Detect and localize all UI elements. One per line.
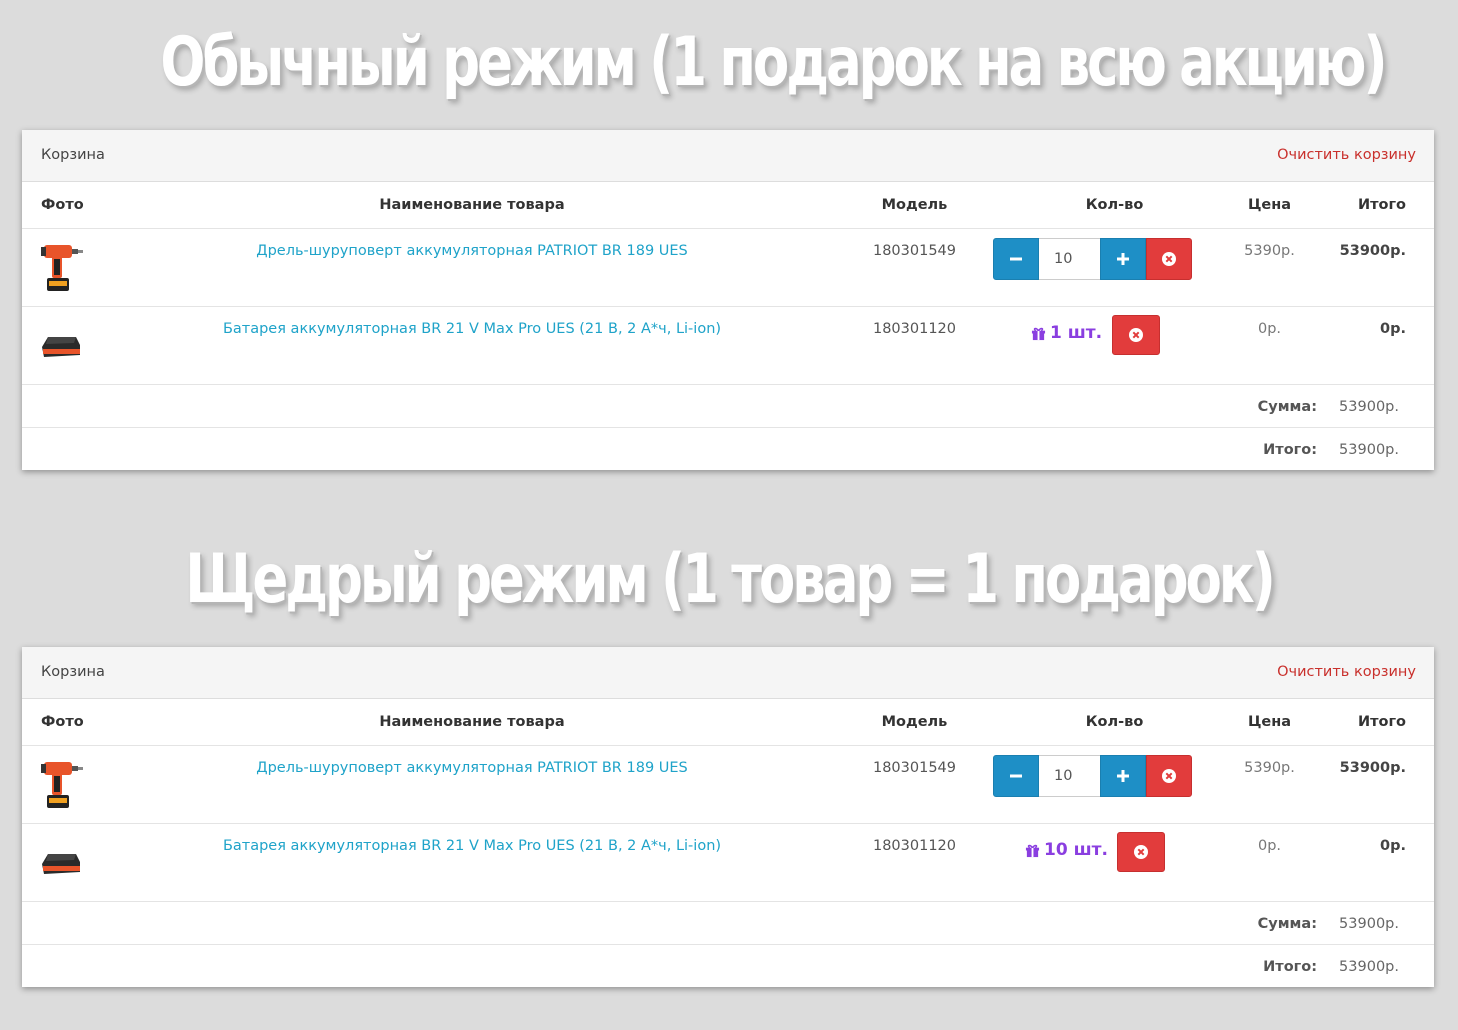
heading-normal-mode: Обычный режим (1 подарок на всю акцию) xyxy=(160,23,1387,102)
col-header-price: Цена xyxy=(1247,197,1292,213)
total-value: 53900р. xyxy=(1339,442,1399,458)
minus-icon xyxy=(1010,257,1022,261)
col-header-qty: Кол-во xyxy=(1085,714,1144,730)
col-header-total: Итого xyxy=(1357,197,1406,213)
col-header-total: Итого xyxy=(1357,714,1406,730)
quantity-stepper xyxy=(993,755,1192,797)
product-model: 180301549 xyxy=(872,760,957,776)
col-header-model: Модель xyxy=(881,714,948,730)
table-row: Дрель-шуруповерт аккумуляторная PATRIOT … xyxy=(22,746,1434,824)
product-price: 0р. xyxy=(1257,838,1282,854)
product-link-battery[interactable]: Батарея аккумуляторная BR 21 V Max Pro U… xyxy=(222,321,722,337)
subtotal-value: 53900р. xyxy=(1339,399,1399,415)
col-header-qty: Кол-во xyxy=(1085,197,1144,213)
total-label: Итого: xyxy=(1263,442,1317,458)
table-header: Фото Наименование товара Модель Кол-во Ц… xyxy=(22,182,1434,229)
product-link-battery[interactable]: Батарея аккумуляторная BR 21 V Max Pro U… xyxy=(222,838,722,854)
total-label: Итого: xyxy=(1263,959,1317,975)
quantity-input[interactable] xyxy=(1039,238,1100,280)
subtotal-value: 53900р. xyxy=(1339,916,1399,932)
col-header-price: Цена xyxy=(1247,714,1292,730)
battery-product-image[interactable] xyxy=(38,836,84,890)
subtotal-label: Сумма: xyxy=(1257,399,1317,415)
gift-quantity: 10 шт. xyxy=(1025,840,1108,860)
product-link-drill[interactable]: Дрель-шуруповерт аккумуляторная PATRIOT … xyxy=(222,760,722,776)
table-row: Батарея аккумуляторная BR 21 V Max Pro U… xyxy=(22,824,1434,902)
heading-generous-mode: Щедрый режим (1 товар = 1 подарок) xyxy=(185,540,1276,619)
product-price: 0р. xyxy=(1257,321,1282,337)
remove-gift-button[interactable] xyxy=(1112,315,1160,355)
battery-product-image[interactable] xyxy=(38,319,84,373)
product-price: 5390р. xyxy=(1244,760,1295,776)
table-row: Батарея аккумуляторная BR 21 V Max Pro U… xyxy=(22,307,1434,385)
remove-circle-icon xyxy=(1162,252,1176,266)
clear-cart-link[interactable]: Очистить корзину xyxy=(1277,664,1416,680)
plus-icon xyxy=(1117,770,1129,782)
col-header-photo: Фото xyxy=(41,714,84,730)
remove-item-button[interactable] xyxy=(1146,755,1192,797)
increase-qty-button[interactable] xyxy=(1100,755,1146,797)
col-header-name: Наименование товара xyxy=(379,197,565,213)
plus-icon xyxy=(1117,253,1129,265)
product-price: 5390р. xyxy=(1244,243,1295,259)
product-model: 180301549 xyxy=(872,243,957,259)
total-row: Итого: 53900р. xyxy=(22,428,1434,470)
total-value: 53900р. xyxy=(1339,959,1399,975)
col-header-name: Наименование товара xyxy=(379,714,565,730)
gift-quantity-text: 1 шт. xyxy=(1050,323,1103,343)
product-total: 53900р. xyxy=(1339,243,1406,259)
product-total: 53900р. xyxy=(1339,760,1406,776)
increase-qty-button[interactable] xyxy=(1100,238,1146,280)
clear-cart-link[interactable]: Очистить корзину xyxy=(1277,147,1416,163)
gift-quantity-text: 10 шт. xyxy=(1044,840,1108,860)
decrease-qty-button[interactable] xyxy=(993,238,1039,280)
cart-title: Корзина xyxy=(41,147,105,163)
remove-circle-icon xyxy=(1134,845,1148,859)
remove-circle-icon xyxy=(1162,769,1176,783)
table-row: Дрель-шуруповерт аккумуляторная PATRIOT … xyxy=(22,229,1434,307)
subtotal-row: Сумма: 53900р. xyxy=(22,385,1434,428)
cart-title: Корзина xyxy=(41,664,105,680)
product-model: 180301120 xyxy=(872,321,957,337)
remove-item-button[interactable] xyxy=(1146,238,1192,280)
product-model: 180301120 xyxy=(872,838,957,854)
product-total: 0р. xyxy=(1380,321,1406,337)
gift-icon xyxy=(1031,327,1046,340)
cart-panel-normal: Корзина Очистить корзину Фото Наименован… xyxy=(22,130,1434,470)
product-link-drill[interactable]: Дрель-шуруповерт аккумуляторная PATRIOT … xyxy=(222,243,722,259)
minus-icon xyxy=(1010,774,1022,778)
gift-quantity: 1 шт. xyxy=(1031,323,1102,343)
total-row: Итого: 53900р. xyxy=(22,945,1434,987)
quantity-stepper xyxy=(993,238,1192,280)
cart-header: Корзина Очистить корзину xyxy=(22,647,1434,699)
subtotal-row: Сумма: 53900р. xyxy=(22,902,1434,945)
drill-product-image[interactable] xyxy=(38,241,84,295)
quantity-input[interactable] xyxy=(1039,755,1100,797)
drill-product-image[interactable] xyxy=(38,758,84,812)
cart-header: Корзина Очистить корзину xyxy=(22,130,1434,182)
col-header-model: Модель xyxy=(881,197,948,213)
gift-icon xyxy=(1025,844,1040,857)
remove-gift-button[interactable] xyxy=(1117,832,1165,872)
subtotal-label: Сумма: xyxy=(1257,916,1317,932)
decrease-qty-button[interactable] xyxy=(993,755,1039,797)
cart-panel-generous: Корзина Очистить корзину Фото Наименован… xyxy=(22,647,1434,987)
table-header: Фото Наименование товара Модель Кол-во Ц… xyxy=(22,699,1434,746)
product-total: 0р. xyxy=(1380,838,1406,854)
remove-circle-icon xyxy=(1129,328,1143,342)
col-header-photo: Фото xyxy=(41,197,84,213)
